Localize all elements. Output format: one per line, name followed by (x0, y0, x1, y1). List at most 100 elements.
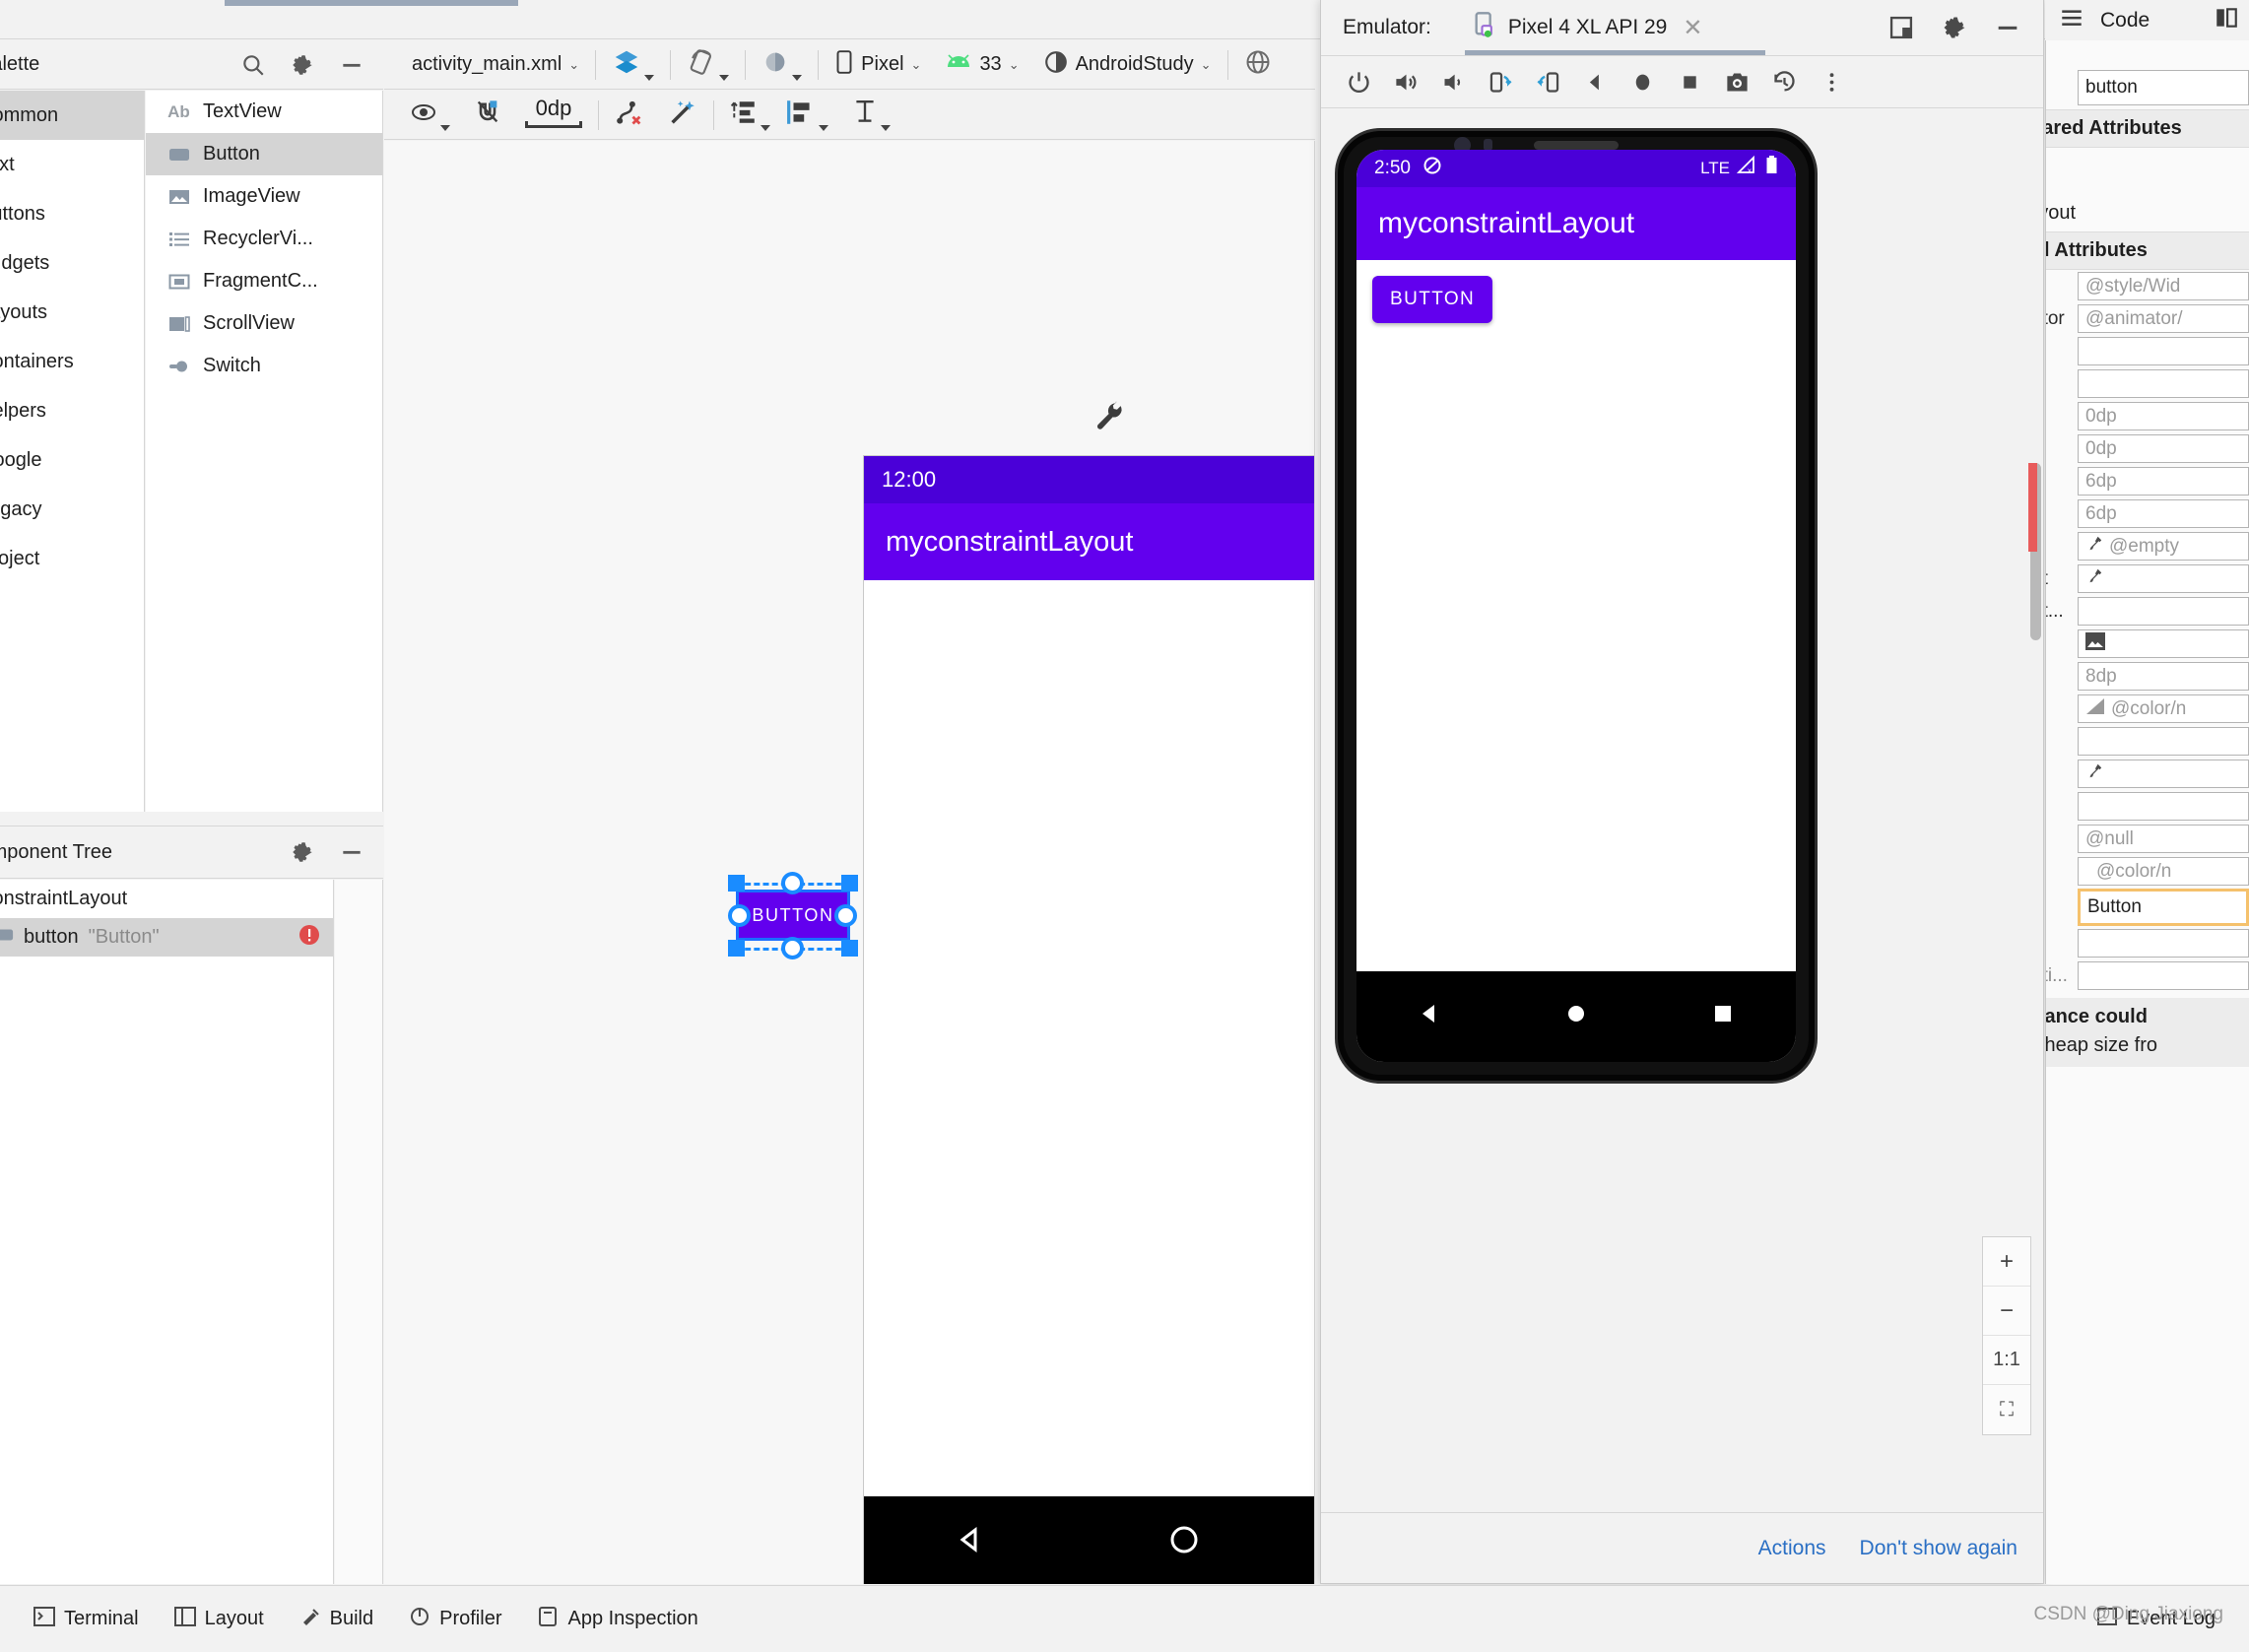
volume-down-button[interactable] (1429, 60, 1477, 103)
device-screen[interactable]: 2:50 LTE x myconstraintLayout BUTTON (1356, 150, 1796, 1062)
attribute-row[interactable]: oti... (2046, 959, 2249, 992)
visibility-button[interactable] (398, 96, 462, 135)
section-declared-attributes[interactable]: Declared Attributes (2046, 109, 2249, 148)
layout-preview[interactable]: 12:00 myconstraintLayout (864, 456, 1314, 1584)
hamburger-icon[interactable] (2059, 5, 2084, 36)
eyedropper-icon[interactable] (2085, 762, 2103, 786)
bottom-item-build[interactable]: Build (299, 1607, 373, 1632)
zoom-fit-button[interactable]: ⛶ (1983, 1385, 2030, 1434)
palette-category-common[interactable]: Common (0, 91, 144, 140)
minimize-icon[interactable] (1994, 14, 2021, 41)
attribute-value-field[interactable] (2078, 564, 2249, 593)
constraint-anchor-bottom[interactable] (781, 937, 804, 959)
attribute-row[interactable] (2046, 725, 2249, 758)
volume-up-button[interactable] (1382, 60, 1429, 103)
color-swatch-icon[interactable] (2085, 697, 2105, 721)
attribute-row[interactable] (2046, 758, 2249, 790)
eyedropper-icon[interactable] (2085, 535, 2103, 559)
palette-category-layouts[interactable]: Layouts (0, 288, 144, 337)
attribute-row[interactable]: ator@animator/ (2046, 302, 2249, 335)
attribute-value-field[interactable] (2078, 961, 2249, 990)
dismiss-link[interactable]: Don't show again (1860, 1537, 2017, 1560)
attribute-row[interactable]: 0dp (2046, 432, 2249, 465)
attribute-row[interactable]: @color/n (2046, 693, 2249, 725)
attribute-row[interactable]: 0dp (2046, 400, 2249, 432)
rotate-left-button[interactable] (1477, 60, 1524, 103)
palette-category-project[interactable]: Project (0, 534, 144, 583)
code-label[interactable]: Code (2100, 9, 2150, 33)
selected-widget-group[interactable]: BUTTON (714, 870, 872, 960)
attribute-value-field[interactable]: @color/n (2078, 694, 2249, 723)
attribute-value-field[interactable]: @color/n (2078, 857, 2249, 886)
minimize-icon[interactable] (338, 838, 365, 866)
palette-item-fragmentcontainer[interactable]: FragmentC... (146, 260, 382, 302)
search-icon[interactable] (239, 51, 267, 79)
attribute-value-field[interactable]: 6dp (2078, 499, 2249, 528)
zoom-actual-button[interactable]: 1:1 (1983, 1336, 2030, 1385)
palette-item-button[interactable]: Button (146, 133, 382, 175)
constraint-anchor-left[interactable] (728, 904, 751, 927)
api-selector[interactable]: 33 ⌄ (933, 45, 1030, 85)
resize-handle-top-left[interactable] (728, 875, 745, 892)
guidelines-button[interactable] (840, 96, 902, 135)
text-attribute-field[interactable]: Button (2078, 889, 2249, 926)
attribute-value-field[interactable] (2078, 369, 2249, 398)
pack-button[interactable] (718, 96, 782, 135)
attribute-row[interactable] (2046, 628, 2249, 660)
split-window-icon[interactable] (1887, 14, 1915, 41)
palette-category-helpers[interactable]: Helpers (0, 386, 144, 435)
attribute-row-text[interactable]: Button (2046, 888, 2249, 927)
resize-handle-top-right[interactable] (841, 875, 858, 892)
attribute-row[interactable]: 6dp (2046, 497, 2249, 530)
attribute-value-field[interactable]: @style/Wid (2078, 272, 2249, 300)
screenshot-button[interactable] (1713, 60, 1760, 103)
infer-constraints-button[interactable] (656, 96, 709, 135)
attribute-value-field[interactable]: @null (2078, 825, 2249, 853)
design-button-widget[interactable]: BUTTON (736, 890, 850, 941)
design-canvas[interactable]: 12:00 myconstraintLayout BUTTON (384, 141, 1315, 1584)
split-editor-icon[interactable] (2214, 5, 2249, 36)
bottom-item-terminal[interactable]: Terminal (33, 1606, 139, 1632)
locale-button[interactable] (1232, 45, 1284, 85)
attribute-row[interactable] (2046, 367, 2249, 400)
file-selector[interactable]: activity_main.xml ⌄ (400, 45, 591, 85)
attribute-value-field[interactable]: @empty (2078, 532, 2249, 561)
design-views-button[interactable] (600, 45, 666, 85)
tree-row-button[interactable]: button "Button" (0, 918, 333, 957)
constraint-anchor-right[interactable] (834, 904, 857, 927)
theme-button[interactable] (750, 45, 814, 85)
nav-back-icon[interactable] (1413, 997, 1446, 1036)
attribute-value-field[interactable] (2078, 597, 2249, 626)
zoom-out-button[interactable]: − (1983, 1287, 2030, 1336)
resize-handle-bottom-left[interactable] (728, 940, 745, 957)
minimize-icon[interactable] (338, 51, 365, 79)
emulator-window[interactable]: Emulator: Pixel 4 XL API 29 ✕ 2:50 LTE x… (1320, 0, 2044, 1584)
history-button[interactable] (1760, 60, 1808, 103)
attribute-row-id[interactable]: button (2046, 66, 2249, 109)
eyedropper-icon[interactable] (2085, 567, 2103, 591)
palette-category-buttons[interactable]: Buttons (0, 189, 144, 238)
rotate-right-button[interactable] (1524, 60, 1571, 103)
attribute-value-field[interactable]: @animator/ (2078, 304, 2249, 333)
palette-category-containers[interactable]: Containers (0, 337, 144, 386)
image-icon[interactable] (2085, 631, 2105, 656)
power-button[interactable] (1335, 60, 1382, 103)
editor-error-stripe[interactable] (2028, 463, 2037, 552)
home-button[interactable] (1619, 60, 1666, 103)
attribute-row[interactable]: @null (2046, 823, 2249, 855)
nav-home-icon[interactable] (1559, 997, 1593, 1036)
palette-category-widgets[interactable]: Widgets (0, 238, 144, 288)
attribute-value-field[interactable] (2078, 929, 2249, 958)
attribute-row[interactable] (2046, 927, 2249, 959)
tree-row-constraintlayout[interactable]: ConstraintLayout (0, 880, 333, 918)
preview-content[interactable] (864, 580, 1314, 1496)
attribute-value-field[interactable]: 0dp (2078, 434, 2249, 463)
constraint-anchor-top[interactable] (781, 872, 804, 894)
palette-item-textview[interactable]: Ab TextView (146, 91, 382, 133)
align-button[interactable] (782, 96, 840, 135)
back-button[interactable] (1571, 60, 1619, 103)
palette-category-text[interactable]: Text (0, 140, 144, 189)
attribute-row[interactable]: 6dp (2046, 465, 2249, 497)
wrench-icon[interactable] (1093, 399, 1127, 438)
emulator-zoom-controls[interactable]: + − 1:1 ⛶ (1982, 1236, 2031, 1435)
